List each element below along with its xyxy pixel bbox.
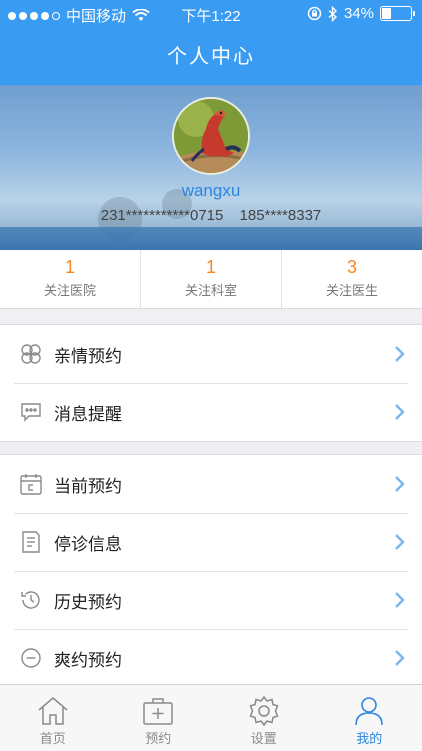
status-bar: 中国移动 下午1:22 34%: [0, 0, 422, 30]
menu-item-message-reminder[interactable]: 消息提醒: [0, 383, 422, 441]
tab-label: 首页: [0, 728, 106, 747]
history-icon: [18, 587, 44, 613]
menu-item-suspension-info[interactable]: 停诊信息: [0, 513, 422, 571]
menu-item-current-appointment[interactable]: 当前预约: [0, 455, 422, 513]
rotation-lock-icon: [307, 6, 322, 21]
profile-ids: 231***********0715 185****8337: [0, 207, 422, 224]
chevron-right-icon: [392, 403, 406, 421]
menu-item-label: 停诊信息: [54, 530, 392, 555]
tab-mine[interactable]: 我的: [317, 685, 422, 751]
profile-header: wangxu 231***********0715 185****8337: [0, 85, 422, 250]
stat-count: 1: [0, 257, 140, 278]
tab-settings[interactable]: 设置: [211, 685, 317, 751]
medical-kit-icon: [106, 694, 212, 728]
username: wangxu: [0, 181, 422, 201]
tab-appointment[interactable]: 预约: [106, 685, 212, 751]
tab-label: 设置: [211, 728, 317, 747]
stat-count: 3: [282, 257, 422, 278]
user-icon: [317, 694, 422, 728]
menu-group-appointments: 当前预约 停诊信息 历史预约 爽约预约: [0, 454, 422, 688]
chevron-right-icon: [392, 475, 406, 493]
nav-bar: 个人中心: [0, 30, 422, 85]
message-icon: [18, 399, 44, 425]
document-icon: [18, 529, 44, 555]
stat-followed-hospitals[interactable]: 1 关注医院: [0, 250, 140, 308]
menu-group-family: 亲情预约 消息提醒: [0, 324, 422, 442]
gear-icon: [211, 694, 317, 728]
chevron-right-icon: [392, 591, 406, 609]
calendar-icon: [18, 471, 44, 497]
lizard-avatar-image: [174, 99, 250, 175]
menu-item-label: 历史预约: [54, 588, 392, 613]
menu-item-label: 亲情预约: [54, 342, 392, 367]
phone-number: 185****8337: [240, 207, 322, 224]
stat-count: 1: [141, 257, 281, 278]
battery-percent: 34%: [344, 5, 374, 22]
bluetooth-icon: [328, 6, 338, 22]
avatar[interactable]: [172, 97, 250, 175]
menu-item-label: 当前预约: [54, 472, 392, 497]
page-title: 个人中心: [167, 44, 255, 68]
tab-home[interactable]: 首页: [0, 685, 106, 751]
chevron-right-icon: [392, 533, 406, 551]
background-water: [0, 227, 422, 250]
chevron-right-icon: [392, 345, 406, 363]
stat-label: 关注医生: [282, 280, 422, 299]
home-icon: [0, 694, 106, 728]
stat-label: 关注科室: [141, 280, 281, 299]
menu-item-label: 消息提醒: [54, 400, 392, 425]
menu-item-family-appointment[interactable]: 亲情预约: [0, 325, 422, 383]
tab-label: 我的: [317, 728, 422, 747]
battery-icon: [380, 6, 412, 21]
menu-item-label: 爽约预约: [54, 646, 392, 671]
stat-followed-departments[interactable]: 1 关注科室: [140, 250, 281, 308]
minus-circle-icon: [18, 645, 44, 671]
menu-item-history-appointment[interactable]: 历史预约: [0, 571, 422, 629]
stat-followed-doctors[interactable]: 3 关注医生: [281, 250, 422, 308]
tab-label: 预约: [106, 728, 212, 747]
menu-item-missed-appointment[interactable]: 爽约预约: [0, 629, 422, 687]
follow-stats: 1 关注医院 1 关注科室 3 关注医生: [0, 250, 422, 309]
tab-bar: 首页 预约 设置 我的: [0, 684, 422, 751]
chevron-right-icon: [392, 649, 406, 667]
id-number: 231***********0715: [101, 207, 224, 224]
stat-label: 关注医院: [0, 280, 140, 299]
family-icon: [18, 341, 44, 367]
